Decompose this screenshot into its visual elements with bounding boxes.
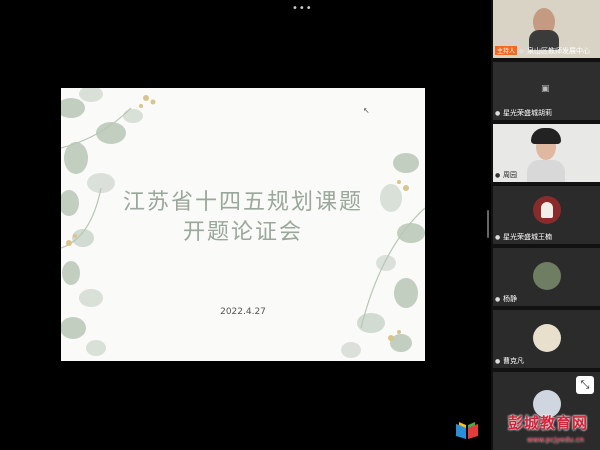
host-badge: 主持人 xyxy=(495,46,518,55)
mic-icon: ● xyxy=(495,110,501,117)
participant-hair xyxy=(531,128,561,144)
participant-tile[interactable]: 主持人 ● 泉山区教师发展中心 xyxy=(493,0,600,58)
avatar xyxy=(533,324,561,352)
watermark-url: www.pcjyedu.cn xyxy=(527,436,584,444)
participant-name-row: ● 周园 xyxy=(495,170,598,180)
camera-off-icon: ▣ xyxy=(541,84,550,94)
mic-icon: ● xyxy=(495,172,501,179)
expand-icon[interactable]: ⤡ xyxy=(576,376,594,394)
participant-name: 杨静 xyxy=(503,295,517,303)
participant-tile[interactable]: ▣ ● 星光荣盛城胡莉 xyxy=(493,62,600,120)
participant-name-row: ● 星光荣盛城胡莉 xyxy=(495,108,598,118)
participant-name: 星光荣盛城王楠 xyxy=(503,233,552,241)
participant-name-row: ● 杨静 xyxy=(495,294,598,304)
avatar-figure xyxy=(541,202,553,218)
mic-icon: ● xyxy=(519,48,525,55)
participant-name: 星光荣盛城胡莉 xyxy=(503,109,552,117)
participant-name-row: ● 曹克凡 xyxy=(495,356,598,366)
participant-name: 泉山区教师发展中心 xyxy=(527,47,591,55)
mouse-cursor-icon: ↖ xyxy=(363,106,370,115)
shared-slide: 江苏省十四五规划课题 开题论证会 2022.4.27 ↖ xyxy=(61,88,425,361)
mic-icon: ● xyxy=(495,234,501,241)
slide-title-line1: 江苏省十四五规划课题 xyxy=(122,190,363,215)
participant-tile[interactable]: ● 杨静 xyxy=(493,248,600,306)
participant-name: 曹克凡 xyxy=(503,357,524,365)
avatar xyxy=(533,262,561,290)
participant-name: 周园 xyxy=(503,171,517,179)
mic-icon: ● xyxy=(495,296,501,303)
slide-title-line2: 开题论证会 xyxy=(182,220,303,245)
participant-name-row: 主持人 ● 泉山区教师发展中心 xyxy=(495,46,598,56)
more-options-icon[interactable]: ••• xyxy=(292,3,313,14)
participant-tile[interactable]: ● 周园 xyxy=(493,124,600,182)
participant-tile[interactable]: ● 星光荣盛城王楠 xyxy=(493,186,600,244)
site-watermark: 彭城教育网 www.pcjyedu.cn xyxy=(452,410,592,444)
slide-date: 2022.4.27 xyxy=(220,307,266,317)
mic-icon: ● xyxy=(495,358,501,365)
participant-panel: 主持人 ● 泉山区教师发展中心 ▣ ● 星光荣盛城胡莉 ● 周园 ● 星光荣盛城王楠 ● 杨… xyxy=(491,0,600,450)
participant-tile[interactable]: ● 曹克凡 xyxy=(493,310,600,368)
panel-scrollbar[interactable] xyxy=(487,210,489,238)
watermark-text: 彭城教育网 xyxy=(507,414,588,432)
participant-name-row: ● 星光荣盛城王楠 xyxy=(495,232,598,242)
book-logo-icon xyxy=(456,422,478,439)
